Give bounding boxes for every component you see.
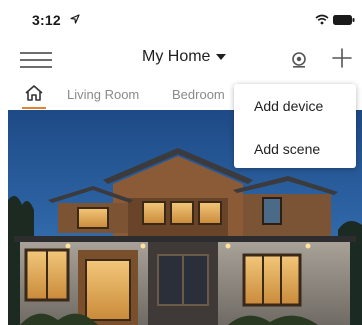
tab-living-room[interactable]: Living Room xyxy=(67,87,139,102)
home-tab-icon[interactable] xyxy=(24,84,44,102)
caret-down-icon xyxy=(216,53,227,60)
add-menu-dropdown: Add device Add scene xyxy=(234,84,356,168)
wifi-icon xyxy=(315,14,329,25)
top-app-bar: My Home xyxy=(0,40,362,78)
home-title: My Home xyxy=(142,48,211,65)
add-scene-menu-item[interactable]: Add scene xyxy=(254,141,320,157)
camera-icon[interactable] xyxy=(290,51,308,69)
status-time: 3:12 xyxy=(32,12,61,28)
add-device-menu-item[interactable]: Add device xyxy=(254,98,323,114)
battery-icon xyxy=(333,15,355,25)
hamburger-menu-icon[interactable] xyxy=(20,52,52,68)
app-screen: 3:12 My Home Living Room Bedroom Add dev… xyxy=(0,0,362,325)
location-arrow-icon xyxy=(70,14,80,24)
home-selector[interactable]: My Home xyxy=(142,48,227,66)
active-tab-indicator xyxy=(22,107,46,109)
add-plus-icon[interactable] xyxy=(331,47,353,69)
tab-bedroom[interactable]: Bedroom xyxy=(172,87,225,102)
status-bar: 3:12 xyxy=(0,0,362,38)
